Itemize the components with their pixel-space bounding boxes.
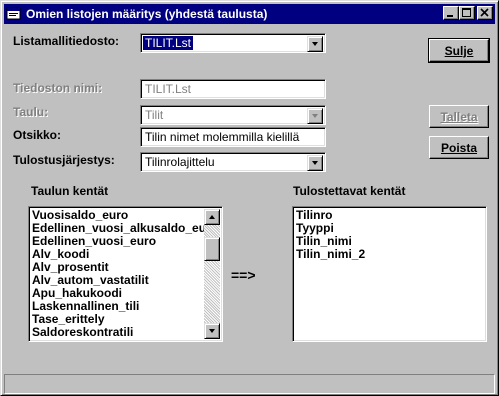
vertical-scrollbar[interactable] bbox=[204, 209, 220, 339]
talleta-label: Talleta bbox=[440, 109, 478, 124]
sulje-label: Sulje bbox=[444, 43, 474, 58]
list-item[interactable]: Saldoreskontratili bbox=[32, 326, 206, 339]
app-icon bbox=[6, 6, 22, 22]
taulu-value: Tilit bbox=[145, 108, 164, 122]
chevron-down-icon bbox=[312, 114, 318, 118]
scroll-down-button[interactable] bbox=[204, 323, 220, 339]
taulun-kentat-label: Taulun kentät bbox=[31, 184, 109, 198]
chevron-down-icon bbox=[209, 329, 215, 333]
list-item[interactable]: Tilin_nimi_2 bbox=[296, 248, 365, 261]
jarjestys-combo[interactable]: Tilinrolajittelu bbox=[140, 152, 326, 172]
chevron-down-icon bbox=[312, 161, 318, 165]
transfer-arrow-label: ==> bbox=[231, 267, 256, 283]
poista-label: Poista bbox=[440, 140, 477, 155]
close-button[interactable] bbox=[477, 6, 493, 20]
dialog-window: Omien listojen määritys (yhdestä taulust… bbox=[0, 0, 499, 396]
window-title: Omien listojen määritys (yhdestä taulust… bbox=[26, 7, 268, 21]
taulu-label: Taulu: bbox=[13, 105, 49, 119]
scroll-thumb[interactable] bbox=[204, 237, 220, 261]
jarjestys-value: Tilinrolajittelu bbox=[145, 155, 215, 169]
close-icon bbox=[480, 8, 489, 17]
listamalli-label: Listamallitiedosto: bbox=[13, 34, 120, 48]
minimize-button[interactable] bbox=[443, 6, 459, 20]
taulu-dropdown-button[interactable] bbox=[307, 108, 323, 124]
jarjestys-dropdown-button[interactable] bbox=[307, 155, 323, 171]
maximize-button[interactable] bbox=[459, 6, 475, 20]
poista-button[interactable]: Poista bbox=[429, 136, 489, 159]
chevron-up-icon bbox=[209, 215, 215, 219]
jarjestys-label: Tulostusjärjestys: bbox=[13, 153, 115, 167]
tulostettavat-kentat-listbox[interactable]: Tilinro Tyyppi Tilin_nimi Tilin_nimi_2 bbox=[292, 206, 487, 342]
otsikko-field[interactable]: Tilin nimet molemmilla kielillä bbox=[140, 127, 326, 147]
listamalli-dropdown-button[interactable] bbox=[307, 36, 323, 52]
tulostettavat-kentat-label: Tulostettavat kentät bbox=[293, 184, 406, 198]
listamalli-value: TILIT.Lst bbox=[143, 36, 194, 50]
chevron-down-icon bbox=[312, 42, 318, 46]
talleta-button[interactable]: Talleta bbox=[429, 105, 489, 128]
maximize-icon bbox=[462, 8, 471, 17]
taulun-kentat-listbox[interactable]: Vuosisaldo_euro Edellinen_vuosi_alkusald… bbox=[28, 206, 223, 342]
status-bar bbox=[4, 374, 495, 394]
title-bar[interactable]: Omien listojen määritys (yhdestä taulust… bbox=[4, 4, 495, 24]
tiedoston-nimi-field[interactable]: TILIT.Lst bbox=[140, 79, 326, 99]
listamalli-combo[interactable]: TILIT.Lst bbox=[140, 33, 326, 53]
sulje-button[interactable]: Sulje bbox=[428, 38, 490, 63]
minimize-icon bbox=[447, 15, 453, 17]
scroll-up-button[interactable] bbox=[204, 209, 220, 225]
otsikko-label: Otsikko: bbox=[13, 128, 62, 142]
taulu-combo[interactable]: Tilit bbox=[140, 105, 326, 125]
tiedoston-nimi-label: Tiedoston nimi: bbox=[13, 81, 103, 95]
